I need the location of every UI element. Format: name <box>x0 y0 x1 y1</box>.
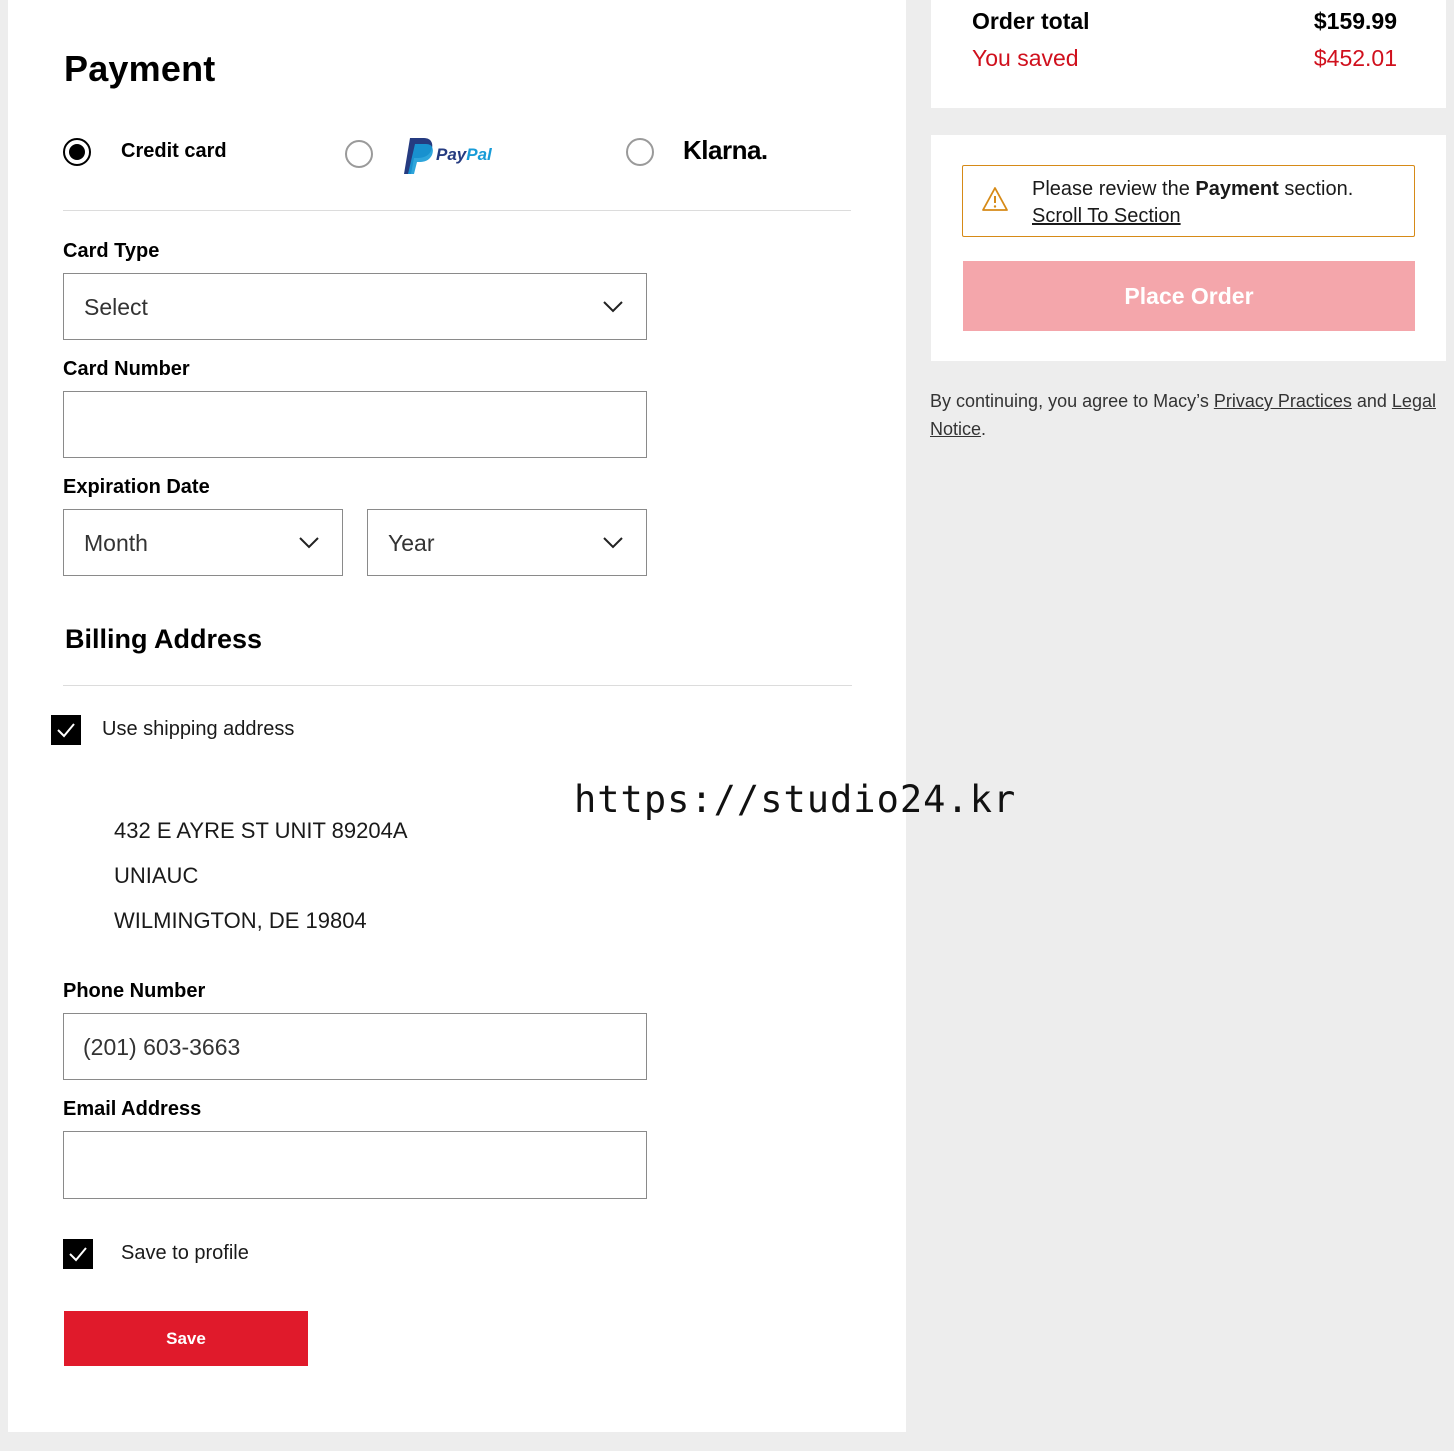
legal-and: and <box>1351 391 1392 411</box>
card-type-label: Card Type <box>63 240 160 262</box>
phone-number-label: Phone Number <box>63 980 206 1002</box>
check-icon <box>57 723 75 738</box>
phone-number-input[interactable]: (201) 603-3663 <box>63 1013 647 1080</box>
watermark-text: https://studio24.kr <box>574 778 1017 821</box>
paypal-radio[interactable] <box>345 140 373 168</box>
save-button[interactable]: Save <box>64 1311 308 1366</box>
email-address-label: Email Address <box>63 1098 202 1120</box>
expiration-year-select[interactable]: Year <box>367 509 647 576</box>
billing-divider <box>63 685 852 686</box>
alert-text-before: Please review the <box>1032 178 1196 200</box>
legal-suffix: . <box>981 419 987 439</box>
you-saved-label: You saved <box>972 45 1079 71</box>
chevron-down-icon <box>603 301 623 313</box>
month-value: Month <box>84 530 148 556</box>
paypal-logo[interactable]: PayPal <box>402 134 502 176</box>
card-number-label: Card Number <box>63 358 190 380</box>
you-saved-value: $452.01 <box>1313 45 1397 71</box>
order-summary-card: Order total $159.99 You saved $452.01 <box>931 0 1446 108</box>
paypal-p-icon <box>404 138 433 174</box>
order-total-row: Order total $159.99 <box>972 8 1397 35</box>
alert-message: Please review the Payment section. Scrol… <box>1032 176 1353 230</box>
scroll-to-section-link[interactable]: Scroll To Section <box>1032 205 1181 227</box>
save-to-profile-label[interactable]: Save to profile <box>121 1242 249 1265</box>
use-shipping-checkbox[interactable] <box>51 715 81 745</box>
credit-card-radio[interactable] <box>63 138 91 166</box>
chevron-down-icon <box>299 537 319 549</box>
payment-divider <box>63 210 851 211</box>
save-to-profile-checkbox[interactable] <box>63 1239 93 1269</box>
klarna-radio[interactable] <box>626 138 654 166</box>
address-line-3: WILMINGTON, DE 19804 <box>114 908 367 933</box>
credit-card-label[interactable]: Credit card <box>121 140 227 163</box>
privacy-practices-link[interactable]: Privacy Practices <box>1214 391 1352 411</box>
place-order-button[interactable]: Place Order <box>963 261 1415 331</box>
place-order-card: Please review the Payment section. Scrol… <box>931 135 1446 361</box>
phone-number-value: (201) 603-3663 <box>83 1034 241 1060</box>
legal-prefix: By continuing, you agree to Macy’s <box>930 391 1214 411</box>
payment-panel: Payment Credit card PayPal Klarna. Card … <box>8 0 906 1432</box>
alert-text-bold: Payment <box>1195 178 1279 200</box>
payment-title: Payment <box>64 48 216 89</box>
warning-icon <box>982 187 1008 211</box>
year-value: Year <box>388 530 435 556</box>
you-saved-row: You saved $452.01 <box>972 45 1397 72</box>
expiration-month-select[interactable]: Month <box>63 509 343 576</box>
email-address-input[interactable] <box>63 1131 647 1199</box>
alert-text-after: section. <box>1278 178 1354 200</box>
klarna-logo[interactable]: Klarna. <box>683 135 768 166</box>
order-total-value: $159.99 <box>1313 8 1397 34</box>
address-line-2: UNIAUC <box>114 863 199 888</box>
payment-review-alert: Please review the Payment section. Scrol… <box>962 165 1415 237</box>
order-total-label: Order total <box>972 8 1090 34</box>
address-line-1: 432 E AYRE ST UNIT 89204A <box>114 818 408 843</box>
chevron-down-icon <box>603 537 623 549</box>
card-type-select[interactable]: Select <box>63 273 647 340</box>
billing-address-title: Billing Address <box>65 624 263 654</box>
check-icon <box>69 1247 87 1262</box>
card-number-input[interactable] <box>63 391 647 458</box>
legal-text: By continuing, you agree to Macy’s Priva… <box>930 387 1446 443</box>
expiration-date-label: Expiration Date <box>63 476 210 498</box>
card-type-value: Select <box>84 294 148 320</box>
use-shipping-label[interactable]: Use shipping address <box>102 718 294 741</box>
